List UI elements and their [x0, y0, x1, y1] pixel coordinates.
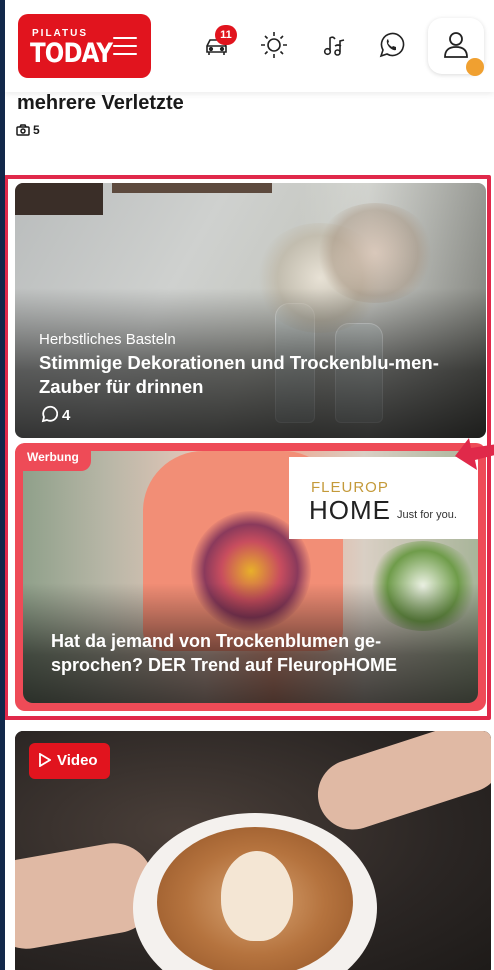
comment-count-value: 4 [62, 407, 71, 424]
photo-count-value: 5 [33, 123, 40, 137]
ad-brand-slogan: Just for you. [397, 509, 457, 521]
comment-count[interactable]: 4 [40, 405, 70, 424]
notification-badge: 11 [215, 25, 237, 45]
app-page: PILATUS TODAY 11 mehrere Verletzte 5 Her… [5, 0, 494, 970]
video-article-card[interactable]: Video [15, 731, 491, 970]
ad-brand-top: FLEUROP [311, 479, 389, 496]
top-header: PILATUS TODAY 11 [5, 0, 494, 92]
article-kicker: Herbstliches Basteln [39, 331, 176, 348]
camera-icon [16, 124, 30, 136]
pilatus-today-logo[interactable]: PILATUS TODAY [18, 14, 151, 78]
ad-label-badge: Werbung [15, 443, 91, 471]
play-icon [39, 752, 52, 768]
wall-picture-frame [112, 183, 272, 193]
music-note-icon[interactable] [318, 28, 352, 62]
whatsapp-icon[interactable] [374, 28, 408, 62]
video-label: Video [57, 752, 98, 769]
ad-image: FLEUROP HOME Just for you. Hat da jemand… [23, 451, 478, 703]
sponsored-card[interactable]: FLEUROP HOME Just for you. Hat da jemand… [15, 443, 486, 711]
fleurop-logo-box: FLEUROP HOME Just for you. [289, 457, 478, 539]
logo-main-text: TODAY [30, 38, 113, 69]
ad-headline[interactable]: Hat da jemand von Trockenblumen ge-sproc… [51, 629, 461, 677]
weather-sun-icon[interactable] [257, 28, 291, 62]
video-badge[interactable]: Video [29, 743, 110, 779]
hamburger-menu-icon[interactable] [113, 37, 137, 55]
previous-article-title[interactable]: mehrere Verletzte [17, 92, 184, 115]
user-profile-icon [444, 32, 468, 58]
wall-picture-frame [15, 183, 103, 215]
ad-brand-main: HOME [309, 495, 391, 525]
article-card[interactable]: Herbstliches Basteln Stimmige Dekoration… [15, 183, 486, 438]
pointer-arrow-icon [455, 438, 494, 470]
photo-count: 5 [16, 123, 40, 137]
article-headline[interactable]: Stimmige Dekorationen und Trockenblu-men… [39, 351, 469, 399]
profile-status-dot [466, 58, 484, 76]
latte-art-image [221, 851, 293, 941]
comment-bubble-icon [41, 405, 59, 423]
